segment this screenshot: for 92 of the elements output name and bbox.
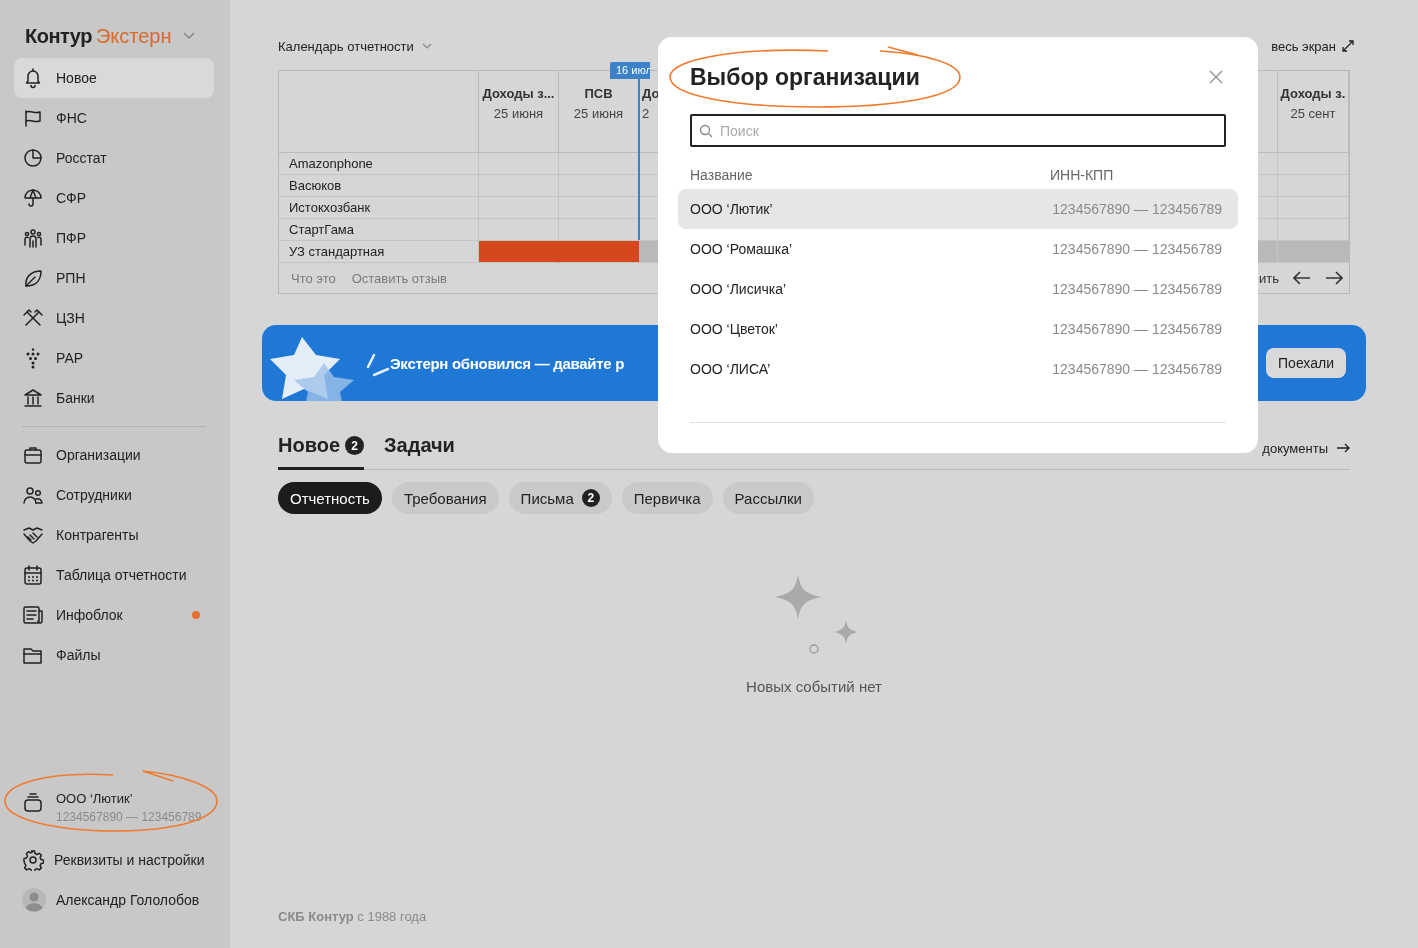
column-date: 25 сент	[1290, 105, 1336, 123]
logo-brand: Контур	[25, 24, 92, 48]
filter-chip[interactable]: Первичка	[621, 482, 713, 514]
chevron-down-icon	[421, 43, 432, 49]
organization-inn: 1234567890 — 123456789	[1051, 361, 1222, 377]
organization-name[interactable]: ООО ‘Лютик’	[56, 791, 202, 806]
sidebar-item[interactable]: Росстат	[14, 138, 214, 178]
arrow-right-icon	[1325, 271, 1343, 285]
sidebar-item[interactable]: СФР	[14, 178, 214, 218]
count-badge: 2	[345, 436, 365, 455]
sidebar-item[interactable]: РПН	[14, 258, 214, 298]
organization-inn: 1234567890 — 123456789	[1051, 241, 1222, 257]
column-date: 2	[642, 105, 650, 123]
search-field[interactable]: Поиск	[690, 114, 1226, 147]
column-title: До	[642, 85, 660, 103]
sidebar-item[interactable]: ЦЗН	[14, 298, 214, 338]
people-icon	[22, 227, 44, 249]
dialog-title: Выбор организации	[690, 63, 920, 91]
users-icon	[22, 484, 44, 506]
column-title: ПСВ	[584, 85, 613, 103]
stack-icon	[22, 791, 44, 813]
banner-button[interactable]: Поехали	[1266, 348, 1346, 378]
sidebar-item[interactable]: Контрагенты	[14, 515, 214, 555]
filter-chip[interactable]: Письма 2	[508, 482, 612, 514]
tab[interactable]: Задачи	[384, 428, 455, 470]
sidebar-item[interactable]: Новое	[14, 58, 214, 98]
avatar	[22, 888, 46, 912]
umbrella-icon	[22, 187, 44, 209]
organization-row[interactable]: ООО ‘Лисичка’ 1234567890 — 123456789	[678, 269, 1238, 309]
documents-link[interactable]: документы	[1262, 440, 1350, 456]
filter-chip[interactable]: Рассылки	[722, 482, 814, 514]
arrow-left-icon	[1293, 271, 1311, 285]
organization-row[interactable]: ООО ‘Лютик’ 1234567890 — 123456789	[678, 189, 1238, 229]
briefcase-icon	[22, 444, 44, 466]
user-profile[interactable]: Александр Гололобов	[14, 880, 228, 920]
logo-product: Экстерн	[95, 24, 172, 48]
sidebar-item[interactable]: Инфоблок	[14, 595, 214, 635]
pie-chart-icon	[22, 147, 44, 169]
organization-inn: 1234567890 — 123456789	[1051, 321, 1222, 337]
column-title: Доходы з...	[482, 85, 555, 103]
sidebar-item[interactable]: Таблица отчетности	[14, 555, 214, 595]
sidebar-item[interactable]: Организации	[14, 435, 214, 475]
organization-row[interactable]: ООО ‘Ромашка’ 1234567890 — 123456789	[678, 229, 1238, 269]
organization-name: ООО ‘ЛИСА’	[690, 361, 772, 377]
organization-name: ООО ‘Цветок’	[690, 321, 779, 337]
organization-name: ООО ‘Лютик’	[690, 201, 774, 217]
row-name: Истокхозбанк	[279, 197, 479, 219]
sidebar-item[interactable]: Файлы	[14, 635, 214, 675]
sidebar-item[interactable]: ПФР	[14, 218, 214, 258]
calendar-dropdown[interactable]: Календарь отчетности	[278, 38, 432, 54]
organization-inn: 1234567890 — 123456789	[56, 810, 202, 824]
footer-text: СКБ Контур с 1988 года	[278, 909, 428, 924]
organization-name: ООО ‘Ромашка’	[690, 241, 794, 257]
empty-state-text: Новых событий нет	[746, 678, 882, 695]
footer-link[interactable]: ить	[1259, 270, 1279, 286]
organization-row[interactable]: ООО ‘ЛИСА’ 1234567890 — 123456789	[678, 349, 1238, 389]
banner-text: Экстерн обновился — давайте р	[390, 354, 625, 372]
sidebar-item[interactable]: РАР	[14, 338, 214, 378]
expand-icon	[1342, 40, 1354, 52]
column-header: ИНН-КПП	[1050, 167, 1115, 183]
row-name: Васюков	[279, 175, 479, 197]
column-date: 25 июня	[493, 105, 544, 123]
tab[interactable]: Новое 2	[278, 428, 365, 470]
flag-icon	[22, 107, 44, 129]
filter-chip[interactable]: Требования	[391, 482, 499, 514]
filter-chip[interactable]: Отчетность	[278, 482, 382, 514]
count-badge: 2	[581, 489, 600, 507]
chevron-down-icon	[183, 32, 196, 40]
organization-inn: 1234567890 — 123456789	[1051, 281, 1222, 297]
leaf-icon	[22, 267, 44, 289]
organization-row[interactable]: ООО ‘Цветок’ 1234567890 — 123456789	[678, 309, 1238, 349]
row-name: СтартГама	[279, 219, 479, 241]
fullscreen-link[interactable]: весь экран	[1271, 38, 1354, 54]
organization-inn: 1234567890 — 123456789	[1051, 201, 1222, 217]
calendar-icon	[22, 564, 44, 586]
close-icon	[1208, 69, 1224, 85]
bank-icon	[22, 387, 44, 409]
settings-link[interactable]: Реквизиты и настройки	[14, 840, 228, 880]
column-header: Название	[690, 167, 754, 183]
sidebar-item[interactable]: Банки	[14, 378, 214, 418]
sidebar-item[interactable]: Сотрудники	[14, 475, 214, 515]
row-name: Amazonphone	[279, 153, 479, 175]
hammers-icon	[22, 307, 44, 329]
column-date: 25 июня	[573, 105, 624, 123]
organization-name: ООО ‘Лисичка’	[690, 281, 788, 297]
sidebar-item[interactable]: ФНС	[14, 98, 214, 138]
column-title: Доходы з.	[1280, 85, 1346, 103]
handshake-icon	[22, 524, 44, 546]
document-icon	[22, 604, 44, 626]
settings-icon	[22, 849, 44, 871]
arrow-right-icon	[1336, 443, 1350, 453]
row-name: УЗ стандартная	[279, 241, 479, 263]
